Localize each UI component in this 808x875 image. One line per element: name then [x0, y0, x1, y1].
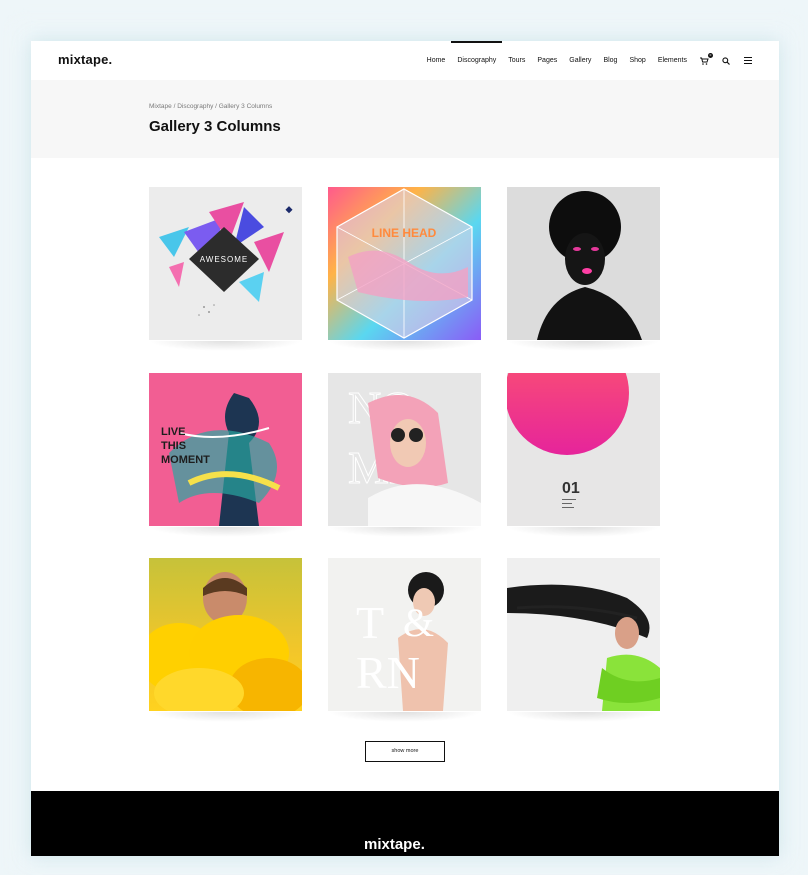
footer-logo[interactable]: mixtape. [364, 836, 425, 853]
tile-shadow [328, 341, 481, 351]
gallery-item-pink-sun[interactable]: 01 [507, 373, 660, 526]
tile-shadow [149, 341, 302, 351]
gallery-item-pink-lips-portrait[interactable] [507, 187, 660, 340]
breadcrumb-current: Gallery 3 Columns [218, 103, 273, 110]
page-title-section: Mixtape / Discography / Gallery 3 Column… [31, 80, 779, 158]
line-head-text: LINE HEAD [372, 226, 437, 240]
nav-discography[interactable]: Discography [451, 41, 503, 80]
tile-shadow [149, 712, 302, 722]
site-header: mixtape. Home Discography Tours Pages Ga… [31, 41, 779, 80]
site-footer: mixtape. [31, 791, 779, 856]
pink-sun-number: 01 [562, 480, 580, 497]
gallery-item-yellow-smoke[interactable] [149, 558, 302, 711]
gallery-item-line-head[interactable]: LINE HEAD [328, 187, 481, 340]
tile-shadow [328, 527, 481, 537]
tile-shadow [149, 527, 302, 537]
main-nav: Home Discography Tours Pages Gallery Blo… [415, 41, 753, 80]
nav-tours[interactable]: Tours [508, 41, 525, 80]
gallery-item-hair-flip[interactable] [507, 558, 660, 711]
cart-count-badge: 0 [708, 52, 713, 58]
cart-icon[interactable]: 0 [699, 52, 713, 66]
svg-text:&: & [403, 600, 434, 645]
gallery-item-awesome[interactable]: AWESOME [149, 187, 302, 340]
search-icon[interactable] [721, 56, 731, 66]
tile-shadow [507, 712, 660, 722]
nav-blog[interactable]: Blog [603, 41, 617, 80]
tile-shadow [328, 712, 481, 722]
breadcrumb-mixtape[interactable]: Mixtape [149, 103, 172, 110]
nav-pages[interactable]: Pages [537, 41, 557, 80]
browser-frame: mixtape. Home Discography Tours Pages Ga… [31, 41, 779, 856]
gallery-item-t-and-rn[interactable]: T & RN [328, 558, 481, 711]
breadcrumb: Mixtape / Discography / Gallery 3 Column… [149, 103, 272, 110]
svg-text:T: T [356, 597, 384, 648]
gallery-item-pink-hair[interactable]: NO MI [328, 373, 481, 526]
breadcrumb-discography[interactable]: Discography [177, 103, 213, 110]
svg-text:MOMENT: MOMENT [161, 454, 210, 466]
site-logo[interactable]: mixtape. [58, 52, 112, 67]
menu-icon[interactable] [743, 56, 753, 66]
tile-shadow [507, 341, 660, 351]
live-this-moment-text: LIVE [161, 426, 185, 438]
svg-text:RN: RN [356, 647, 420, 698]
nav-shop[interactable]: Shop [629, 41, 645, 80]
show-more-button[interactable]: show more [365, 741, 445, 762]
gallery-item-live-this-moment[interactable]: LIVE THIS MOMENT [149, 373, 302, 526]
svg-text:THIS: THIS [161, 440, 186, 452]
nav-gallery[interactable]: Gallery [569, 41, 591, 80]
nav-elements[interactable]: Elements [658, 41, 687, 80]
nav-home[interactable]: Home [427, 41, 446, 80]
page-title: Gallery 3 Columns [149, 118, 281, 135]
awesome-text: AWESOME [200, 255, 248, 264]
tile-shadow [507, 527, 660, 537]
